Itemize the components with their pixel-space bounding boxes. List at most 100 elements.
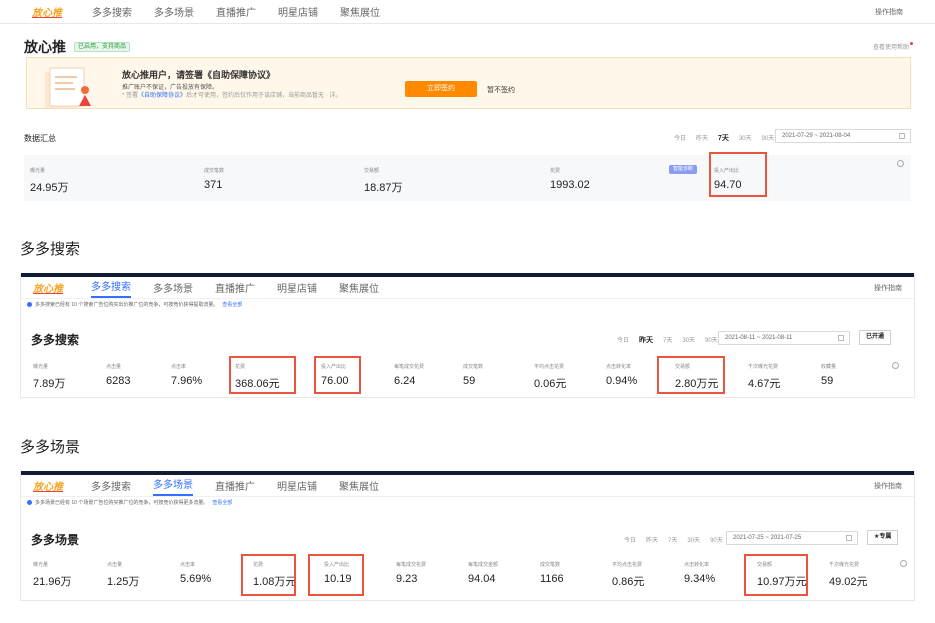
nav-duoduo-scene[interactable]: 多多场景: [153, 476, 193, 496]
quick-date-today[interactable]: 今日: [624, 535, 636, 544]
metric-cost-per-order: 每笔成交花费 6.24: [394, 364, 425, 387]
nav-focus-booth[interactable]: 聚焦展位: [339, 280, 379, 295]
logo: 放心推: [33, 482, 63, 493]
caption-duoduo-search: 多多搜索: [20, 241, 81, 258]
duoduo-search-screenshot: 放心推 多多搜索 多多场景 直播推广 明星店铺 聚焦展位 操作指南 多多搜索已经…: [20, 273, 915, 398]
nav-focus-booth[interactable]: 聚焦展位: [339, 478, 379, 493]
metric-avg-cpc: 平均点击花费 0.86元: [612, 562, 645, 588]
nav-star-shop[interactable]: 明星店铺: [277, 478, 317, 493]
metric-impressions: 曝光量 7.89万: [33, 364, 66, 390]
highlight-roi: [314, 356, 361, 394]
quick-date-30d[interactable]: 30天: [687, 535, 700, 544]
metric-ctr: 点击率 5.69%: [180, 562, 212, 585]
quick-date-90d[interactable]: 90天: [710, 535, 723, 544]
metric-gmv: 交易额 18.87万: [364, 168, 403, 194]
info-notice: 多多场景已经有 10 个场景广告位购买推广位的竞争，可按竞价获得更多流量。 查看…: [21, 496, 914, 508]
quick-date-tabs: 今日 昨天 7天 30天 90天: [624, 535, 723, 544]
metric-impressions: 曝光量 24.95万: [30, 168, 69, 194]
quick-date-30d[interactable]: 30天: [682, 335, 695, 345]
nav-live[interactable]: 直播推广: [216, 4, 256, 19]
nav-focus-booth[interactable]: 聚焦展位: [340, 4, 380, 19]
nav-duoduo-search[interactable]: 多多搜索: [91, 478, 131, 493]
date-range-picker[interactable]: 2021-07-29 ~ 2021-08-04: [775, 129, 911, 143]
calendar-icon: [838, 335, 844, 341]
duoduo-scene-screenshot: 放心推 多多搜索 多多场景 直播推广 明星店铺 聚焦展位 操作指南 多多场景已经…: [20, 471, 915, 601]
page-title: 放心推 已启用，支持商品: [24, 37, 131, 57]
nav-star-shop[interactable]: 明星店铺: [278, 4, 318, 19]
quick-date-tabs: 今日 昨天 7天 30天 90天: [674, 133, 774, 143]
logo: 放心推: [33, 284, 63, 295]
nav-star-shop[interactable]: 明星店铺: [277, 280, 317, 295]
enabled-button[interactable]: 已开通: [859, 330, 892, 345]
guide-link[interactable]: 操作指南: [875, 7, 903, 17]
help-link[interactable]: 查看使用帮助: [873, 42, 913, 51]
calendar-icon: [846, 535, 852, 541]
quick-date-yesterday[interactable]: 昨天: [696, 133, 708, 143]
quick-date-7d[interactable]: 7天: [663, 335, 672, 345]
highlight-roi: [709, 152, 767, 197]
metric-cpm: 千次曝光花费 4.67元: [748, 364, 781, 390]
smart-diagnosis-button[interactable]: 智能诊断: [669, 165, 698, 174]
banner-title: 放心推用户，请签署《自助保障协议》: [122, 70, 276, 80]
top-nav: 放心推 多多搜索 多多场景 直播推广 明星店铺 聚焦展位 操作指南: [21, 277, 914, 298]
top-nav: 放心推 多多搜索 多多场景 直播推广 明星店铺 聚焦展位 操作指南: [21, 475, 914, 496]
notice-link[interactable]: 查看全部: [222, 301, 242, 308]
exclusive-button[interactable]: ★专属: [867, 530, 899, 545]
banner-subtext: * 签署《自助保障协议》后才可使用，签约后仅作用于该店铺，当前商品暂无 · 详。: [122, 93, 342, 99]
settings-gear-icon[interactable]: [900, 560, 907, 567]
agreement-link[interactable]: 《自助保障协议》: [138, 93, 186, 99]
notification-dot: [910, 42, 913, 45]
metric-impressions: 曝光量 21.96万: [33, 562, 72, 588]
date-range-picker[interactable]: 2021-07-25 ~ 2021-07-25: [726, 531, 858, 545]
notice-link[interactable]: 查看全部: [212, 499, 232, 506]
document-illustration-icon: [45, 67, 91, 108]
quick-date-today[interactable]: 今日: [617, 335, 629, 345]
sign-now-button[interactable]: 立即签约: [405, 81, 477, 97]
metric-cpm: 千次曝光花费 49.02元: [829, 562, 868, 588]
settings-gear-icon[interactable]: [897, 160, 904, 167]
nav-live[interactable]: 直播推广: [215, 478, 255, 493]
summary-title: 数据汇总: [24, 134, 56, 143]
metric-orders: 成交笔数 1166: [540, 562, 564, 585]
quick-date-90d[interactable]: 90天: [705, 335, 718, 345]
nav-duoduo-scene[interactable]: 多多场景: [154, 4, 194, 19]
metric-favorites: 收藏量 59: [821, 364, 837, 387]
metrics-panel: 曝光量 24.95万 成交笔数 371 交易额 18.87万 花费 1993.0…: [24, 155, 911, 201]
metric-spend: 花费 1993.02: [550, 168, 590, 191]
quick-date-yesterday[interactable]: 昨天: [646, 535, 658, 544]
guide-link[interactable]: 操作指南: [874, 283, 902, 293]
nav-duoduo-scene[interactable]: 多多场景: [153, 280, 193, 295]
quick-date-7d[interactable]: 7天: [668, 535, 677, 544]
nav-duoduo-search[interactable]: 多多搜索: [91, 278, 131, 298]
highlight-gmv: [744, 554, 808, 596]
info-icon: [27, 302, 32, 307]
quick-date-tabs: 今日 昨天 7天 30天 90天: [617, 335, 718, 345]
quick-date-90d[interactable]: 90天: [762, 133, 775, 143]
nav-live[interactable]: 直播推广: [215, 280, 255, 295]
top-nav: 放心推 多多搜索 多多场景 直播推广 明星店铺 聚焦展位 操作指南: [0, 0, 935, 24]
date-range-picker[interactable]: 2021-08-11 ~ 2021-08-11: [718, 331, 850, 345]
quick-date-30d[interactable]: 30天: [739, 133, 752, 143]
highlight-spend: [229, 356, 296, 394]
agreement-banner: 放心推用户，请签署《自助保障协议》 推广账户不保证，广告投放有保障。 * 签署《…: [26, 57, 911, 109]
metric-orders: 成交笔数 371: [204, 168, 225, 191]
highlight-gmv: [657, 356, 725, 394]
skip-sign-link[interactable]: 暂不签约: [487, 85, 515, 95]
quick-date-yesterday[interactable]: 昨天: [639, 335, 653, 345]
quick-date-7d[interactable]: 7天: [718, 133, 729, 143]
metric-cvr: 点击转化率 9.34%: [684, 562, 716, 585]
nav-duoduo-search[interactable]: 多多搜索: [92, 4, 132, 19]
metric-cost-per-order: 每笔成交花费 9.23: [396, 562, 427, 585]
calendar-icon: [899, 133, 905, 139]
metric-cvr: 点击转化率 0.94%: [606, 364, 638, 387]
highlight-roi: [308, 554, 364, 596]
metric-orders: 成交笔数 59: [463, 364, 484, 387]
page-title: 多多场景: [31, 533, 80, 547]
guide-link[interactable]: 操作指南: [874, 481, 902, 491]
quick-date-today[interactable]: 今日: [674, 133, 686, 143]
caption-duoduo-scene: 多多场景: [20, 439, 81, 456]
info-notice: 多多搜索已经有 10 个搜索广告位购买出价推广位的竞争，可按竞价获得提取流量。 …: [21, 298, 914, 310]
metric-avg-cpc: 平均点击花费 0.06元: [534, 364, 567, 390]
info-icon: [27, 500, 32, 505]
settings-gear-icon[interactable]: [892, 362, 899, 369]
